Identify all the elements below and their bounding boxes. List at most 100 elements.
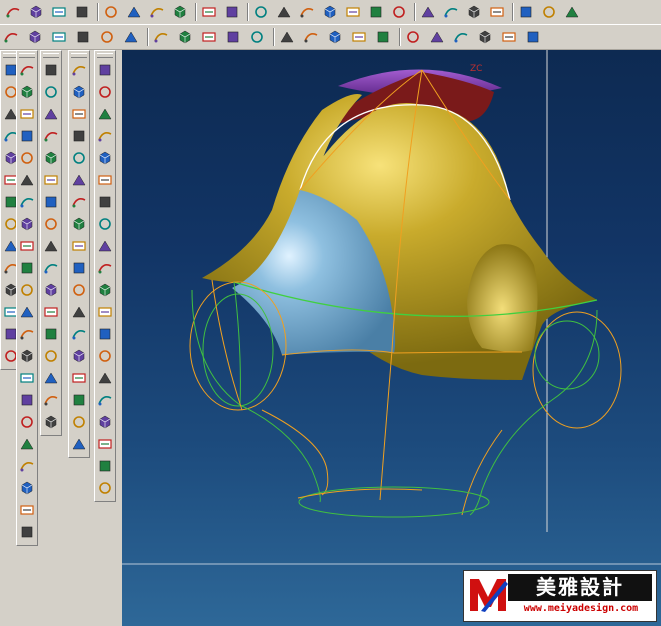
tool-button-icon[interactable]	[70, 259, 88, 277]
edit-icon[interactable]	[223, 3, 241, 21]
tool-button-icon[interactable]	[96, 369, 114, 387]
tool-button-icon[interactable]	[18, 61, 36, 79]
tool-button-icon[interactable]	[42, 127, 60, 145]
tool-button-icon[interactable]	[42, 149, 60, 167]
render-icon[interactable]	[465, 3, 483, 21]
help-icon[interactable]	[563, 3, 581, 21]
display-mode-icon[interactable]	[442, 3, 460, 21]
tool-button-icon[interactable]	[96, 171, 114, 189]
tool-button-icon[interactable]	[70, 127, 88, 145]
tool-button-icon[interactable]	[18, 391, 36, 409]
layer-icon[interactable]	[517, 3, 535, 21]
tool-button-icon[interactable]	[96, 281, 114, 299]
tool-button-icon[interactable]	[70, 149, 88, 167]
tool-button-icon[interactable]	[18, 281, 36, 299]
tool-button-icon[interactable]	[18, 369, 36, 387]
shade-icon[interactable]	[488, 3, 506, 21]
view-orient-icon[interactable]	[419, 3, 437, 21]
tool-button-icon[interactable]	[96, 105, 114, 123]
tool-button-icon[interactable]	[18, 501, 36, 519]
tool-button-icon[interactable]	[70, 347, 88, 365]
ellipse-icon[interactable]	[224, 28, 242, 46]
rectangle-icon[interactable]	[152, 28, 170, 46]
tool-button-icon[interactable]	[18, 523, 36, 541]
offset-curve-icon[interactable]	[248, 28, 266, 46]
toolbar-grip[interactable]	[19, 53, 35, 58]
tool-button-icon[interactable]	[18, 105, 36, 123]
zoom-window-icon[interactable]	[275, 3, 293, 21]
tool-button-icon[interactable]	[70, 193, 88, 211]
tool-button-icon[interactable]	[96, 413, 114, 431]
tool-button-icon[interactable]	[42, 303, 60, 321]
trim-icon[interactable]	[278, 28, 296, 46]
tool-button-icon[interactable]	[70, 105, 88, 123]
blend-icon[interactable]	[452, 28, 470, 46]
tool-button-icon[interactable]	[42, 413, 60, 431]
tool-button-icon[interactable]	[18, 303, 36, 321]
intersect-icon[interactable]	[404, 28, 422, 46]
bridge-icon[interactable]	[428, 28, 446, 46]
copy-icon[interactable]	[125, 3, 143, 21]
tool-button-icon[interactable]	[42, 215, 60, 233]
tool-button-icon[interactable]	[96, 347, 114, 365]
tool-button-icon[interactable]	[96, 237, 114, 255]
tool-button-icon[interactable]	[70, 281, 88, 299]
tool-button-icon[interactable]	[42, 259, 60, 277]
tool-button-icon[interactable]	[18, 259, 36, 277]
tool-button-icon[interactable]	[42, 105, 60, 123]
extend-icon[interactable]	[302, 28, 320, 46]
tool-button-icon[interactable]	[18, 193, 36, 211]
new-icon[interactable]	[4, 3, 22, 21]
tool-button-icon[interactable]	[18, 237, 36, 255]
cut-icon[interactable]	[102, 3, 120, 21]
tool-button-icon[interactable]	[96, 61, 114, 79]
tool-button-icon[interactable]	[96, 391, 114, 409]
tool-button-icon[interactable]	[96, 457, 114, 475]
tool-button-icon[interactable]	[70, 413, 88, 431]
solid-icon[interactable]	[500, 28, 518, 46]
open-icon[interactable]	[27, 3, 45, 21]
tool-button-icon[interactable]	[42, 347, 60, 365]
paste-icon[interactable]	[148, 3, 166, 21]
tool-button-icon[interactable]	[42, 171, 60, 189]
tool-button-icon[interactable]	[70, 369, 88, 387]
tool-button-icon[interactable]	[96, 259, 114, 277]
toolbar-grip[interactable]	[43, 53, 59, 58]
view-3d-icon[interactable]	[390, 3, 408, 21]
tool-button-icon[interactable]	[70, 215, 88, 233]
tool-button-icon[interactable]	[42, 193, 60, 211]
fillet-icon[interactable]	[122, 28, 140, 46]
tool-button-icon[interactable]	[42, 391, 60, 409]
tool-button-icon[interactable]	[96, 303, 114, 321]
tool-button-icon[interactable]	[42, 281, 60, 299]
rotate-icon[interactable]	[344, 3, 362, 21]
tool-button-icon[interactable]	[18, 457, 36, 475]
print-icon[interactable]	[73, 3, 91, 21]
tool-button-icon[interactable]	[18, 435, 36, 453]
tool-button-icon[interactable]	[70, 83, 88, 101]
point-icon[interactable]	[2, 28, 20, 46]
tool-button-icon[interactable]	[70, 391, 88, 409]
fit-all-icon[interactable]	[252, 3, 270, 21]
tool-button-icon[interactable]	[70, 61, 88, 79]
zoom-area-icon[interactable]	[298, 3, 316, 21]
tool-button-icon[interactable]	[96, 479, 114, 497]
tool-button-icon[interactable]	[70, 435, 88, 453]
toolbar-grip[interactable]	[97, 53, 113, 58]
tool-button-icon[interactable]	[18, 413, 36, 431]
mirror-icon[interactable]	[326, 28, 344, 46]
tool-button-icon[interactable]	[70, 303, 88, 321]
save-icon[interactable]	[50, 3, 68, 21]
tool-button-icon[interactable]	[18, 347, 36, 365]
tool-button-icon[interactable]	[96, 193, 114, 211]
arc-icon[interactable]	[74, 28, 92, 46]
surface-icon[interactable]	[476, 28, 494, 46]
tool-button-icon[interactable]	[18, 479, 36, 497]
tool-button-icon[interactable]	[42, 369, 60, 387]
toolbar-grip[interactable]	[71, 53, 87, 58]
undo-icon[interactable]	[200, 3, 218, 21]
tool-button-icon[interactable]	[18, 171, 36, 189]
tool-button-icon[interactable]	[70, 237, 88, 255]
tool-button-icon[interactable]	[96, 127, 114, 145]
tool-button-icon[interactable]	[96, 83, 114, 101]
